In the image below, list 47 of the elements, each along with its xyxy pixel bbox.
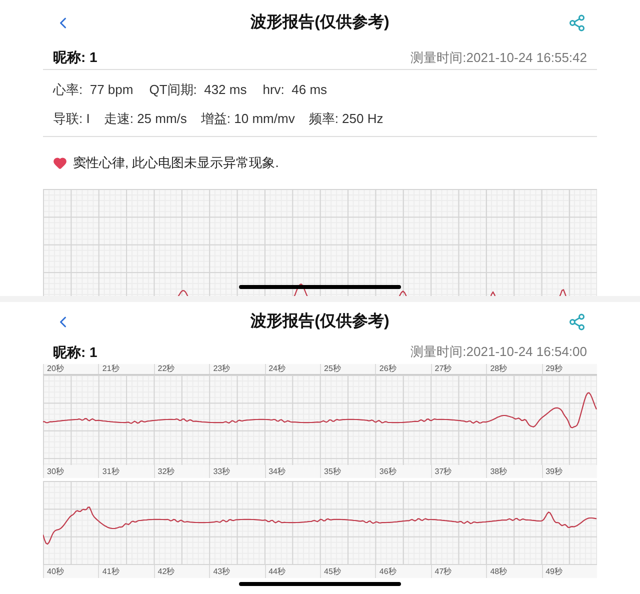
- setting: 导联: I: [53, 110, 90, 128]
- setting: 走速: 25 mm/s: [104, 110, 187, 128]
- time-label: 33秒: [213, 468, 230, 476]
- time-label: 24秒: [268, 365, 286, 373]
- time-label: 32秒: [158, 468, 175, 476]
- time-label: 21秒: [102, 365, 120, 373]
- time-label: 40秒: [47, 568, 64, 576]
- time-label: 43秒: [213, 568, 230, 576]
- time-label: 45秒: [324, 568, 341, 576]
- setting: 增益: 10 mm/mv: [200, 110, 295, 128]
- time-label: 26秒: [379, 365, 396, 373]
- time-label: 38秒: [490, 468, 508, 476]
- time-label: 28秒: [490, 365, 508, 373]
- nickname: 昵称: 1: [53, 48, 98, 67]
- page-title: 波形报告(仅供参考): [250, 311, 390, 332]
- time-label: 25秒: [324, 365, 341, 373]
- share-icon[interactable]: [568, 313, 586, 331]
- time-label: 34秒: [268, 468, 286, 476]
- metric: 心率: 77 bpm: [53, 81, 134, 99]
- time-label: 20秒: [47, 365, 64, 373]
- setting: 频率: 250 Hz: [308, 110, 384, 128]
- measurement-time: 测量时间:2021-10-24 16:55:42: [410, 48, 587, 67]
- time-label: 44秒: [268, 568, 286, 576]
- time-label: 36秒: [379, 468, 396, 476]
- time-label: 39秒: [546, 468, 562, 476]
- time-label: 35秒: [324, 468, 341, 476]
- share-icon[interactable]: [568, 14, 586, 32]
- time-label: 30秒: [47, 468, 64, 476]
- time-label: 46秒: [379, 568, 396, 576]
- measurement-time: 测量时间:2021-10-24 16:54:00: [410, 343, 587, 362]
- nickname: 昵称: 1: [53, 342, 98, 362]
- metric: QT间期: 432 ms: [149, 81, 247, 99]
- time-label: 29秒: [546, 365, 562, 373]
- page-title: 波形报告(仅供参考): [250, 12, 390, 33]
- time-label: 37秒: [434, 468, 452, 476]
- time-label: 47秒: [434, 568, 452, 576]
- time-label: 22秒: [158, 365, 175, 373]
- heart-icon: [53, 156, 67, 170]
- diagnosis: 窦性心律, 此心电图未显示异常现象.: [73, 154, 279, 172]
- time-label: 31秒: [102, 468, 120, 476]
- time-label: 49秒: [546, 568, 562, 576]
- metric: hrv: 46 ms: [262, 81, 328, 99]
- time-label: 23秒: [213, 365, 230, 373]
- time-label: 48秒: [490, 568, 508, 576]
- time-label: 27秒: [434, 365, 452, 373]
- time-label: 41秒: [102, 568, 120, 576]
- time-label: 42秒: [158, 568, 175, 576]
